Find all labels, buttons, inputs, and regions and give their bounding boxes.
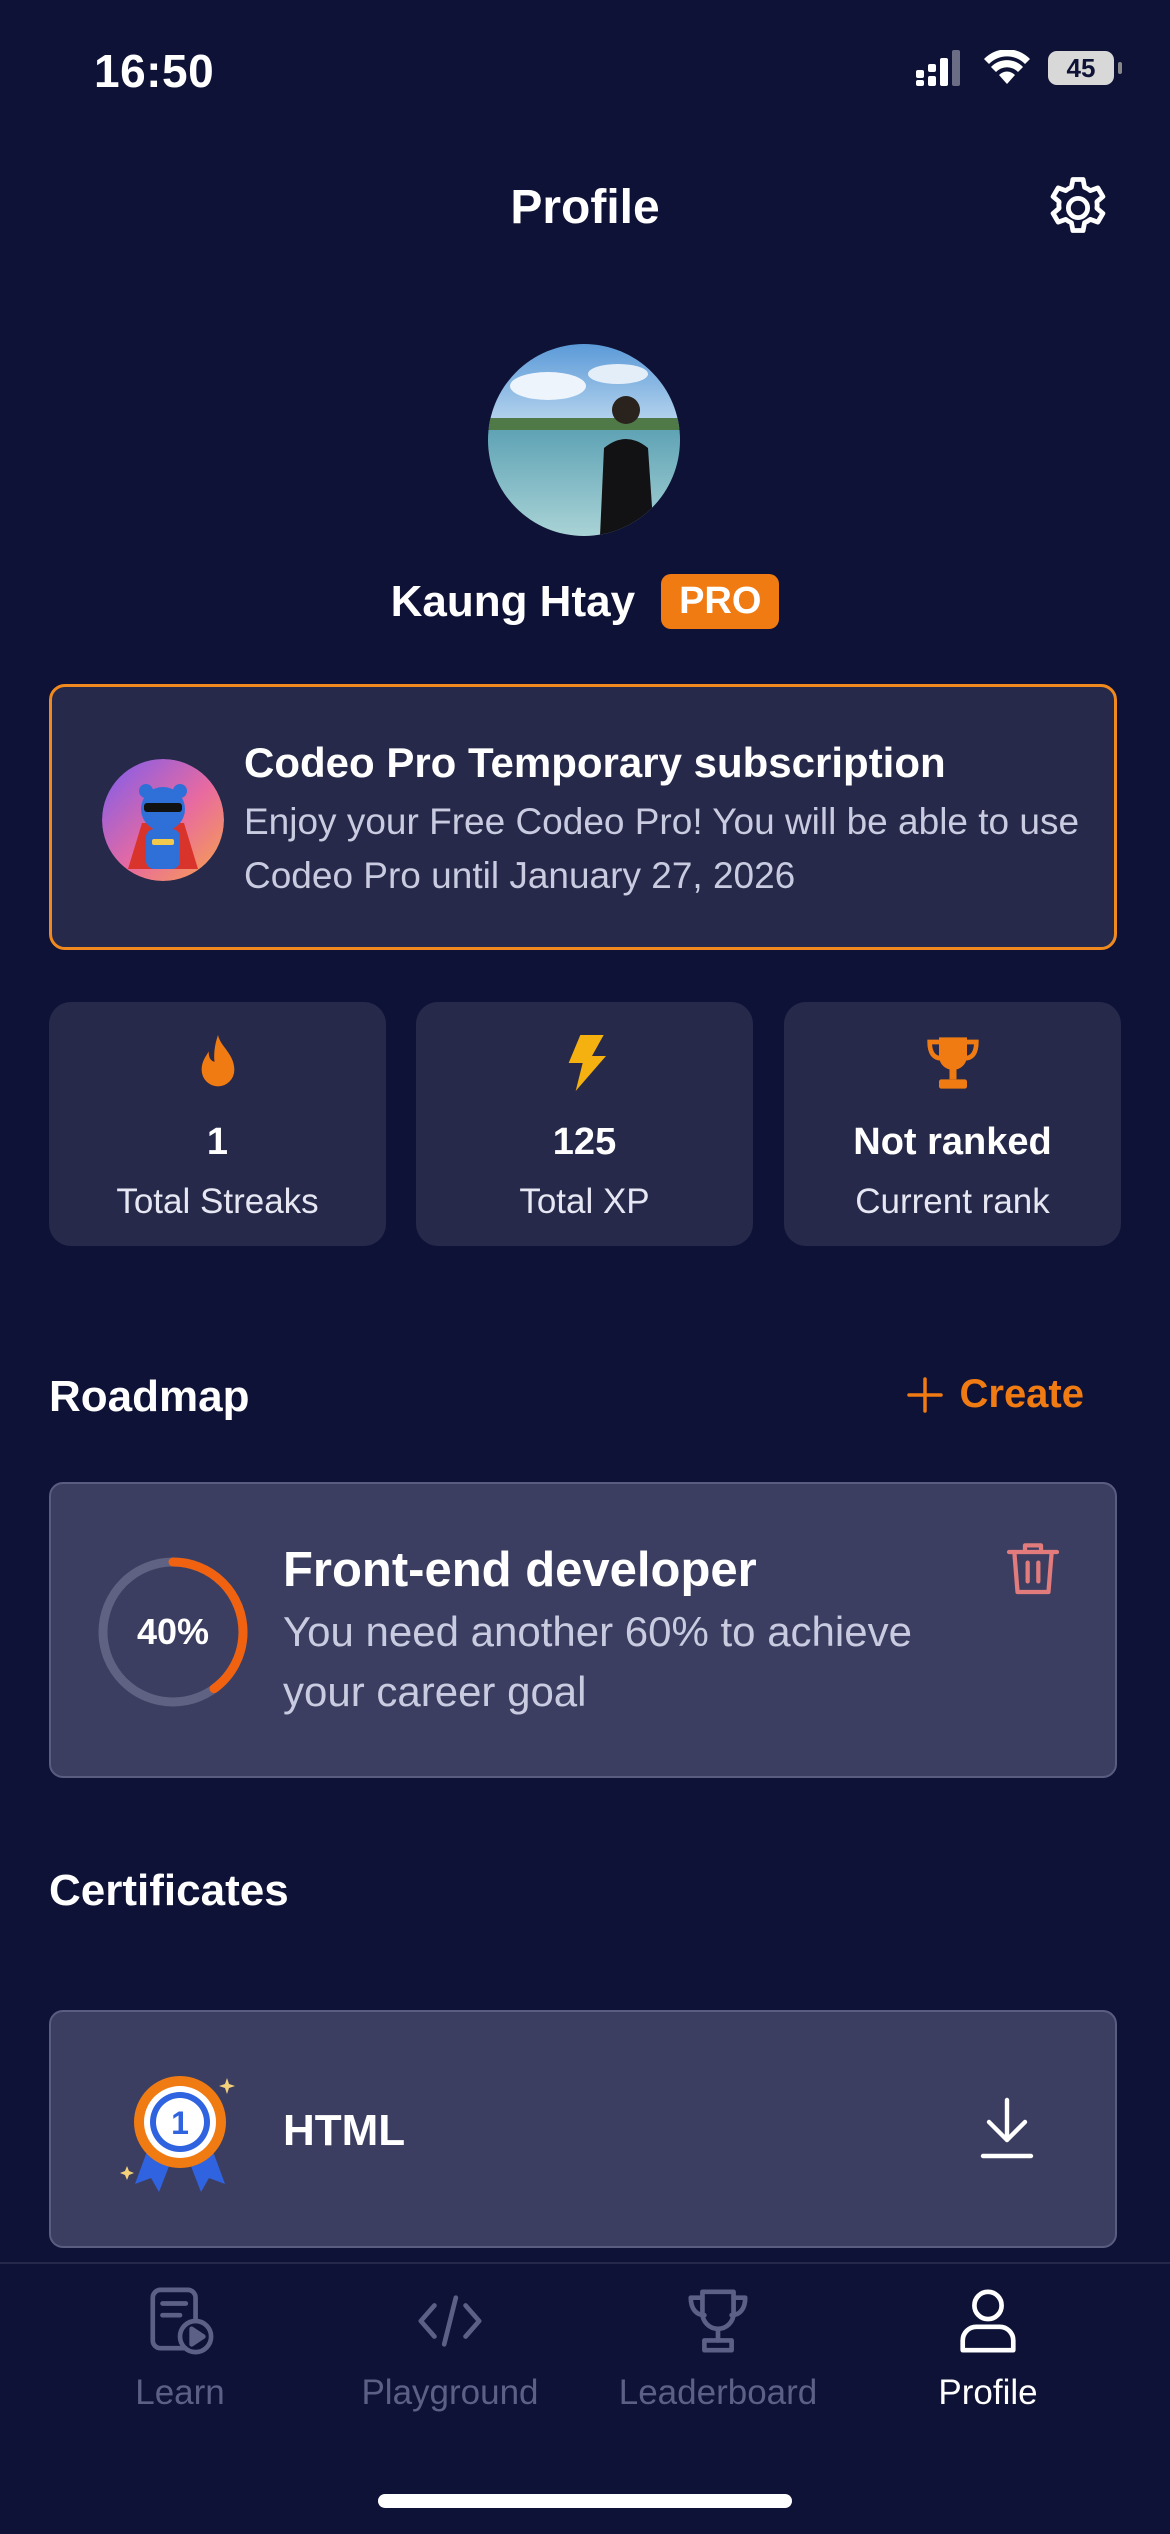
- roadmap-title: Front-end developer: [283, 1543, 757, 1597]
- stat-label: Total XP: [519, 1182, 650, 1221]
- tab-label: Playground: [361, 2373, 539, 2412]
- certificates-section-title: Certificates: [49, 1866, 289, 1915]
- roadmap-card[interactable]: 40% Front-end developer You need another…: [49, 1482, 1117, 1778]
- tab-label: Learn: [135, 2373, 225, 2412]
- user-name: Kaung Htay: [390, 576, 636, 626]
- stat-total-xp: 125 Total XP: [416, 1002, 753, 1246]
- trophy-icon: [926, 1037, 979, 1089]
- roadmap-section-title: Roadmap: [49, 1372, 250, 1421]
- trophy-outline-icon: [688, 2289, 748, 2353]
- wifi-icon: [984, 50, 1030, 84]
- person-icon: [960, 2289, 1016, 2353]
- status-icons: 45: [916, 50, 1122, 86]
- stat-label: Total Streaks: [116, 1182, 319, 1221]
- stat-label: Current rank: [855, 1182, 1050, 1221]
- status-time: 16:50: [94, 45, 215, 97]
- battery-indicator: 45: [1048, 51, 1122, 85]
- bear-mascot-icon: [102, 759, 224, 881]
- lightning-icon: [568, 1035, 606, 1091]
- tab-label: Leaderboard: [618, 2373, 818, 2412]
- page-title: Profile: [510, 181, 660, 234]
- tab-leaderboard[interactable]: Leaderboard: [588, 2286, 848, 2413]
- tab-playground[interactable]: Playground: [320, 2286, 580, 2413]
- subscription-card[interactable]: Codeo Pro Temporary subscription Enjoy y…: [49, 684, 1117, 950]
- tab-learn[interactable]: Learn: [50, 2286, 310, 2413]
- subscription-title: Codeo Pro Temporary subscription: [244, 739, 946, 786]
- medal-icon: 1: [120, 2076, 235, 2192]
- learn-icon: [150, 2287, 214, 2355]
- trash-icon[interactable]: [1001, 1536, 1065, 1600]
- svg-text:1: 1: [171, 2105, 189, 2141]
- download-icon[interactable]: [979, 2096, 1035, 2160]
- settings-gear-icon[interactable]: [1042, 172, 1114, 244]
- home-indicator: [378, 2494, 792, 2508]
- certificate-name: HTML: [283, 2106, 406, 2155]
- flame-icon: [201, 1035, 234, 1087]
- stat-value: Not ranked: [853, 1121, 1052, 1163]
- stat-current-rank: Not ranked Current rank: [784, 1002, 1121, 1246]
- tab-label: Profile: [938, 2373, 1038, 2412]
- stat-value: 1: [206, 1121, 229, 1163]
- subscription-description: Enjoy your Free Codeo Pro! You will be a…: [244, 801, 1080, 896]
- avatar[interactable]: [488, 344, 680, 536]
- plus-icon: [907, 1376, 944, 1413]
- progress-percent: 40%: [136, 1611, 210, 1652]
- user-info: Kaung Htay PRO: [0, 574, 1170, 629]
- tab-profile[interactable]: Profile: [858, 2286, 1118, 2413]
- create-roadmap-button[interactable]: Create: [907, 1372, 1084, 1417]
- pro-badge: PRO: [661, 574, 780, 629]
- code-icon: [418, 2295, 482, 2347]
- create-label: Create: [959, 1372, 1084, 1416]
- roadmap-description: You need another 60% to achieve your car…: [283, 1608, 912, 1715]
- cellular-signal-icon: [916, 50, 960, 86]
- stat-value: 125: [552, 1121, 617, 1163]
- certificate-card[interactable]: 1 HTML: [49, 2010, 1117, 2248]
- stat-total-streaks: 1 Total Streaks: [49, 1002, 386, 1246]
